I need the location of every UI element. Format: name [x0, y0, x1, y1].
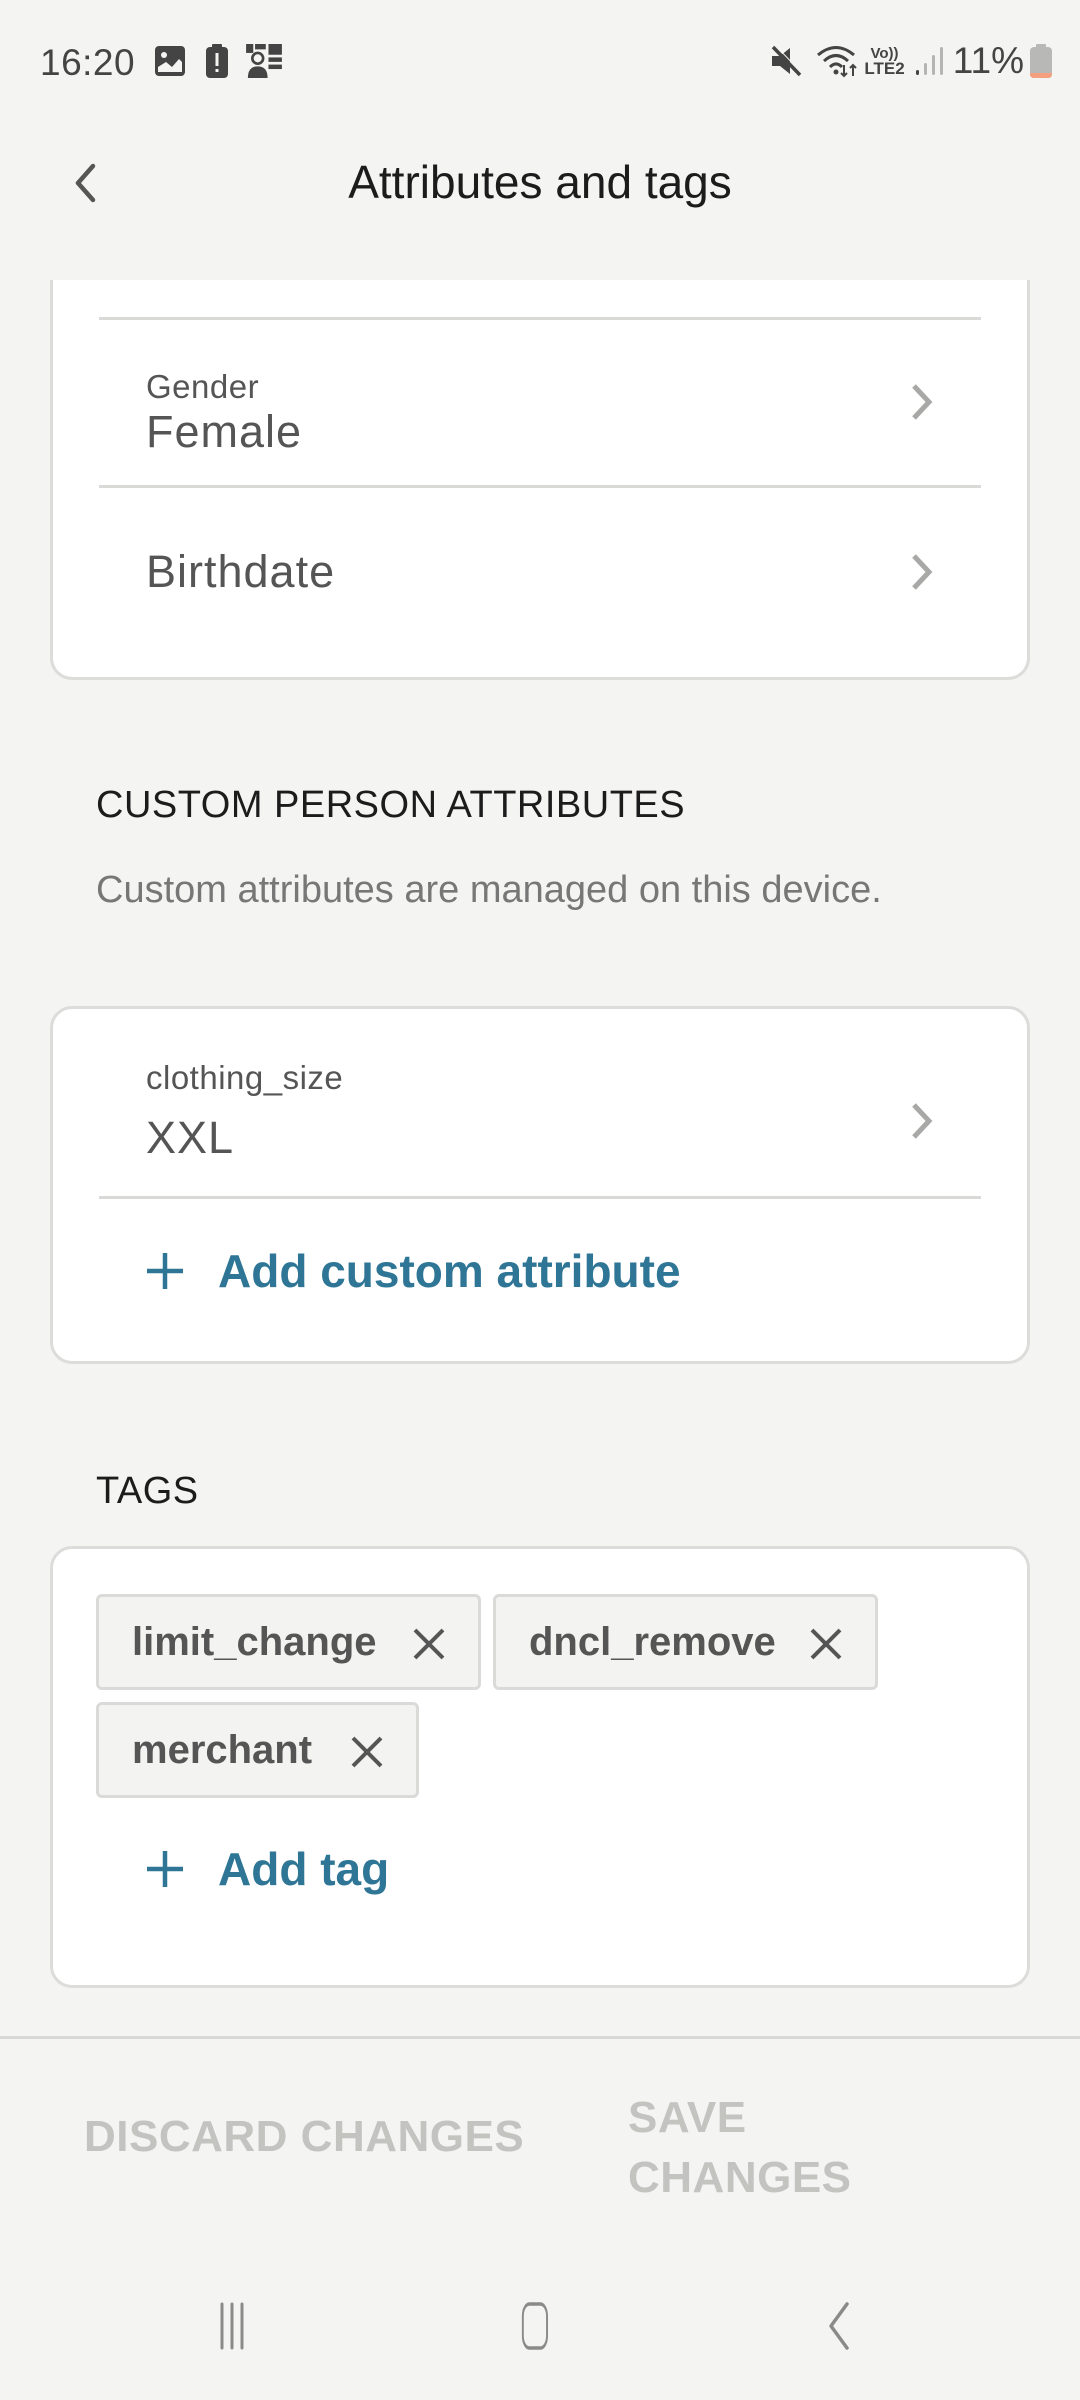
volte-lte2-icon: Vo)) LTE2	[864, 45, 905, 78]
tag-chip[interactable]: merchant	[96, 1702, 419, 1798]
birthdate-label: Birthdate	[146, 546, 336, 597]
signal-icon	[915, 47, 943, 75]
birthdate-row[interactable]: Birthdate	[53, 488, 1027, 648]
home-button[interactable]	[505, 2298, 565, 2354]
page-title: Attributes and tags	[348, 156, 732, 208]
status-right-group: Vo)) LTE2 11%	[770, 40, 1052, 82]
close-icon[interactable]	[412, 1627, 446, 1661]
tag-chip[interactable]: limit_change	[96, 1594, 481, 1690]
custom-attributes-card: clothing_size XXL Add custom attribute	[50, 1006, 1030, 1364]
status-time: 16:20	[40, 42, 136, 83]
wifi-icon	[817, 46, 858, 78]
bottom-bar-divider	[0, 2036, 1080, 2039]
profile-grid-icon	[246, 44, 282, 78]
tags-title: TAGS	[96, 1470, 199, 1512]
chevron-right-icon	[912, 1103, 933, 1139]
save-label-line2: CHANGES	[628, 2153, 852, 2202]
back-icon	[829, 2302, 849, 2350]
add-custom-attribute-label: Add custom attribute	[218, 1245, 681, 1297]
discard-changes-button[interactable]: DISCARD CHANGES	[84, 2112, 524, 2162]
custom-attributes-title: CUSTOM PERSON ATTRIBUTES	[96, 784, 686, 826]
gender-value: Female	[146, 406, 303, 457]
home-icon	[521, 2302, 548, 2350]
recents-button[interactable]	[203, 2298, 263, 2354]
close-icon[interactable]	[809, 1627, 843, 1661]
gallery-icon	[155, 46, 185, 76]
add-tag-label: Add tag	[218, 1843, 390, 1895]
close-icon[interactable]	[350, 1735, 384, 1769]
custom-attribute-label: clothing_size	[146, 1059, 344, 1096]
chevron-right-icon	[912, 554, 933, 590]
save-changes-button[interactable]: SAVE CHANGES	[628, 2088, 888, 2208]
plus-icon	[147, 1851, 183, 1887]
battery-icon	[1030, 44, 1052, 78]
recents-icon	[220, 2302, 244, 2350]
gender-row[interactable]: Gender Female	[53, 320, 1027, 486]
plus-icon	[147, 1253, 183, 1289]
battery-alert-icon	[206, 44, 228, 78]
custom-attribute-row[interactable]: clothing_size XXL	[53, 1009, 1027, 1197]
tag-label: dncl_remove	[529, 1619, 776, 1664]
add-tag-button[interactable]: Add tag	[146, 1842, 389, 1896]
tag-chip[interactable]: dncl_remove	[493, 1594, 878, 1690]
battery-percent: 11%	[952, 40, 1024, 81]
tag-label: merchant	[132, 1727, 313, 1772]
standard-attributes-card: Gender Female Birthdate	[50, 280, 1030, 680]
custom-attributes-description: Custom attributes are managed on this de…	[96, 869, 882, 911]
add-custom-attribute-button[interactable]: Add custom attribute	[146, 1244, 681, 1298]
custom-attribute-value: XXL	[146, 1112, 235, 1163]
save-label-line1: SAVE	[628, 2093, 747, 2142]
mute-icon	[772, 45, 803, 77]
tag-label: limit_change	[132, 1619, 377, 1664]
tags-card: limit_change dncl_remove merchant Add ta…	[50, 1546, 1030, 1988]
chevron-right-icon	[912, 384, 933, 420]
nav-back-button[interactable]	[808, 2298, 868, 2354]
divider	[99, 1196, 981, 1199]
gender-label: Gender	[146, 368, 260, 405]
